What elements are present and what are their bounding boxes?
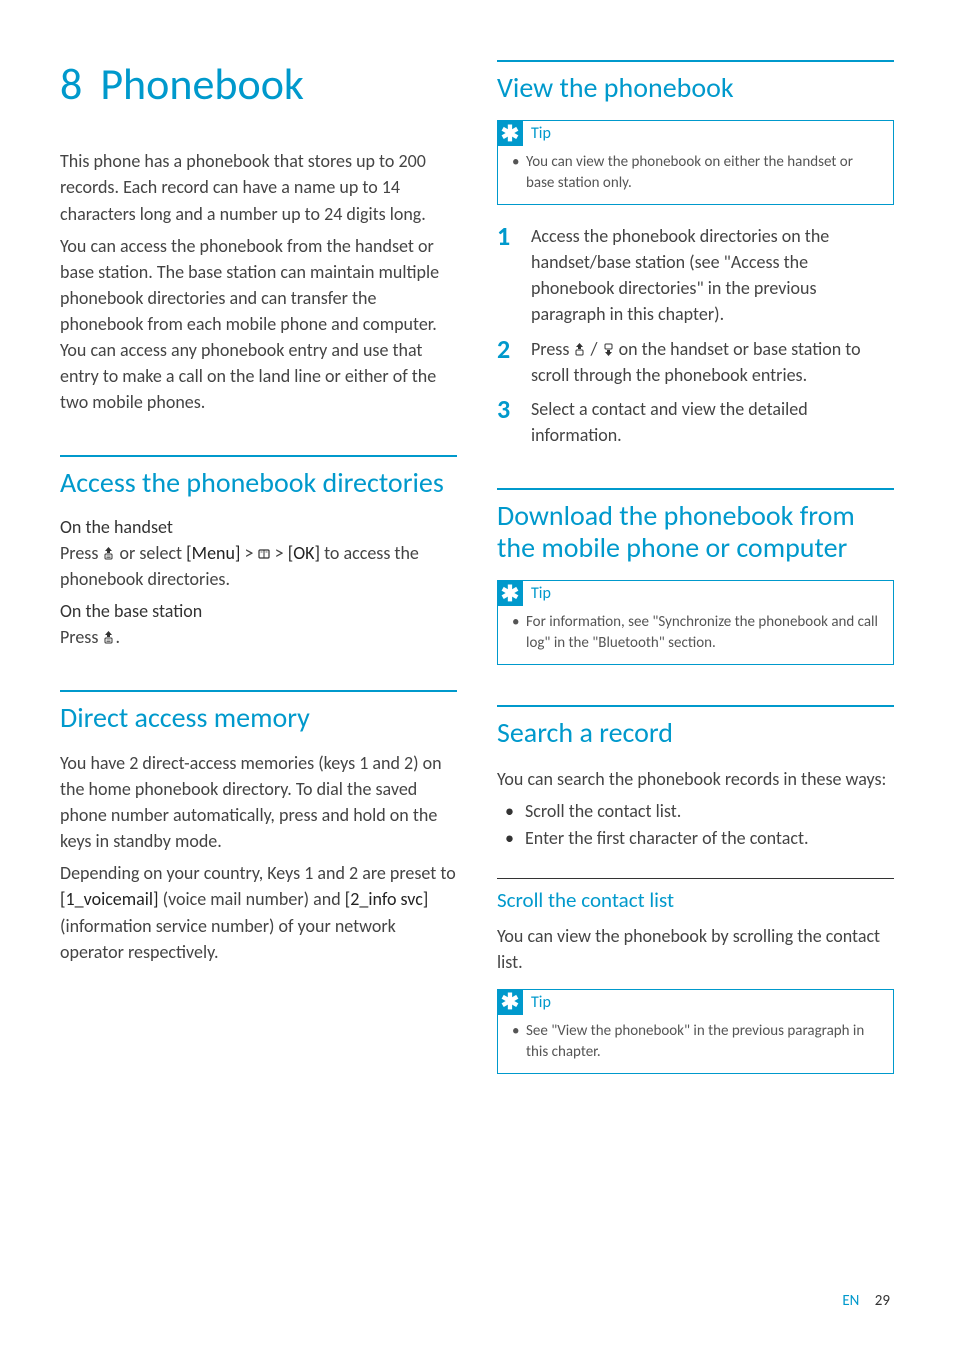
asterisk-icon: ✱ — [497, 120, 523, 146]
tip-label: Tip — [531, 124, 551, 143]
section-divider — [497, 705, 894, 707]
intro-paragraph-1: This phone has a phonebook that stores u… — [60, 148, 457, 226]
chapter-name: Phonebook — [100, 57, 304, 111]
search-method-char: Enter the first character of the contact… — [497, 825, 894, 852]
search-method-scroll: Scroll the contact list. — [497, 798, 894, 825]
step-1: 1 Access the phonebook directories on th… — [497, 223, 894, 327]
section-access-title: Access the phonebook directories — [60, 467, 457, 499]
page-container: 8 Phonebook This phone has a phonebook th… — [0, 0, 954, 1132]
tip-header: ✱ Tip — [498, 581, 893, 610]
on-base-text: Press . — [60, 624, 457, 650]
scroll-text: You can view the phonebook by scrolling … — [497, 923, 894, 975]
tip-box-download: ✱ Tip For information, see "Synchronize … — [497, 580, 894, 665]
step-number: 1 — [497, 223, 515, 327]
section-divider — [497, 60, 894, 62]
menu-label: [Menu] — [186, 542, 240, 564]
section-divider — [60, 455, 457, 457]
section-download-title: Download the phonebook from the mobile p… — [497, 500, 894, 564]
step-text: Press / on the handset or base station t… — [531, 336, 894, 388]
view-steps: 1 Access the phonebook directories on th… — [497, 223, 894, 448]
on-handset-heading: On the handset — [60, 516, 457, 538]
chapter-title: 8 Phonebook — [60, 60, 457, 108]
section-view-title: View the phonebook — [497, 72, 894, 104]
chapter-number: 8 — [60, 57, 82, 111]
book-icon — [258, 548, 271, 561]
asterisk-icon: ✱ — [497, 580, 523, 606]
tip-label: Tip — [531, 584, 551, 603]
section-direct-title: Direct access memory — [60, 702, 457, 734]
subsection-scroll-title: Scroll the contact list — [497, 887, 894, 913]
section-divider — [497, 488, 894, 490]
tip-content: See "View the phonebook" in the previous… — [498, 1019, 893, 1073]
tip-content: For information, see "Synchronize the ph… — [498, 610, 893, 664]
search-intro: You can search the phonebook records in … — [497, 766, 894, 792]
info-svc-key: [2_info svc] — [345, 888, 429, 910]
section-divider — [60, 690, 457, 692]
intro-paragraph-2: You can access the phonebook from the ha… — [60, 233, 457, 416]
footer-lang: EN — [842, 1292, 859, 1310]
up-phonebook-icon — [573, 343, 586, 356]
ok-label: [OK] — [288, 542, 320, 564]
direct-paragraph-1: You have 2 direct-access memories (keys … — [60, 750, 457, 854]
on-base-heading: On the base station — [60, 600, 457, 622]
tip-box-scroll: ✱ Tip See "View the phonebook" in the pr… — [497, 989, 894, 1074]
step-number: 2 — [497, 336, 515, 388]
tip-box-view: ✱ Tip You can view the phonebook on eith… — [497, 120, 894, 205]
tip-text: For information, see "Synchronize the ph… — [512, 612, 879, 654]
section-search-title: Search a record — [497, 717, 894, 749]
right-column: View the phonebook ✱ Tip You can view th… — [497, 60, 894, 1092]
tip-text: You can view the phonebook on either the… — [512, 152, 879, 194]
up-phonebook-icon — [102, 631, 115, 644]
step-text: Select a contact and view the detailed i… — [531, 396, 894, 448]
left-column: 8 Phonebook This phone has a phonebook th… — [60, 60, 457, 1092]
subsection-divider — [497, 878, 894, 879]
tip-header: ✱ Tip — [498, 121, 893, 150]
tip-label: Tip — [531, 993, 551, 1012]
step-3: 3 Select a contact and view the detailed… — [497, 396, 894, 448]
page-footer: EN 29 — [842, 1292, 890, 1310]
up-phonebook-icon — [102, 547, 115, 560]
voicemail-key: [1_voicemail] — [60, 888, 159, 910]
asterisk-icon: ✱ — [497, 989, 523, 1015]
direct-paragraph-2: Depending on your country, Keys 1 and 2 … — [60, 860, 457, 964]
tip-text: See "View the phonebook" in the previous… — [512, 1021, 879, 1063]
tip-content: You can view the phonebook on either the… — [498, 150, 893, 204]
search-methods: Scroll the contact list. Enter the first… — [497, 798, 894, 852]
step-text: Access the phonebook directories on the … — [531, 223, 894, 327]
down-redial-icon — [602, 343, 615, 356]
tip-header: ✱ Tip — [498, 990, 893, 1019]
on-handset-text: Press or select [Menu] > > [OK] to acces… — [60, 540, 457, 592]
step-number: 3 — [497, 396, 515, 448]
step-2: 2 Press / on the handset or base station… — [497, 336, 894, 388]
footer-page-number: 29 — [875, 1292, 890, 1310]
